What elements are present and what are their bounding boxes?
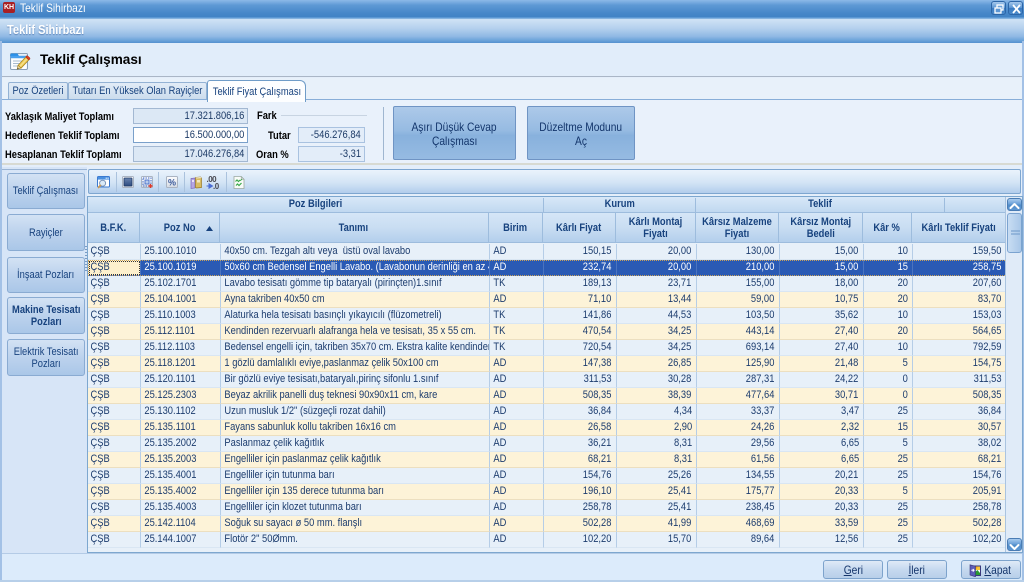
svg-text:%: % bbox=[167, 178, 175, 188]
